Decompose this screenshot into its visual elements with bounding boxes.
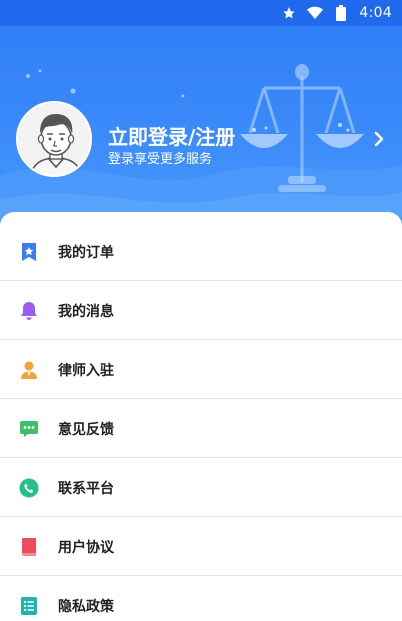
battery-icon: [333, 5, 349, 21]
menu-item-contact-platform[interactable]: 联系平台: [0, 458, 402, 517]
login-subtitle: 登录享受更多服务: [108, 152, 213, 167]
menu-label: 用户协议: [58, 539, 114, 556]
menu-item-privacy-policy[interactable]: 隐私政策: [0, 576, 402, 621]
wifi-icon: [307, 5, 324, 21]
bookmark-star-icon: [18, 241, 40, 263]
menu-label: 我的消息: [58, 303, 114, 320]
menu-label: 我的订单: [58, 244, 114, 261]
status-bar: 4:04: [0, 0, 402, 26]
menu-item-my-orders[interactable]: 我的订单: [0, 222, 402, 281]
avatar[interactable]: [16, 101, 92, 177]
phone-icon: [18, 477, 40, 499]
star-icon: [281, 5, 297, 21]
status-time: 4:04: [359, 5, 392, 21]
chat-bubble-icon: [18, 418, 40, 440]
menu-label: 隐私政策: [58, 598, 114, 615]
list-icon: [18, 595, 40, 617]
menu-card: 我的订单 我的消息 律师入驻 意见反馈 联系平台 用户协议 隐私政策: [0, 212, 402, 621]
bell-icon: [18, 300, 40, 322]
menu-item-feedback[interactable]: 意见反馈: [0, 399, 402, 458]
chevron-right-icon[interactable]: [370, 128, 388, 150]
menu-item-my-messages[interactable]: 我的消息: [0, 281, 402, 340]
login-register-link[interactable]: 立即登录/注册: [108, 121, 235, 150]
menu-item-user-agreement[interactable]: 用户协议: [0, 517, 402, 576]
lawyer-person-icon: [18, 359, 40, 381]
book-icon: [18, 536, 40, 558]
menu-label: 律师入驻: [58, 362, 114, 379]
menu-item-lawyer-join[interactable]: 律师入驻: [0, 340, 402, 399]
menu-label: 联系平台: [58, 480, 114, 497]
menu-label: 意见反馈: [58, 421, 114, 438]
